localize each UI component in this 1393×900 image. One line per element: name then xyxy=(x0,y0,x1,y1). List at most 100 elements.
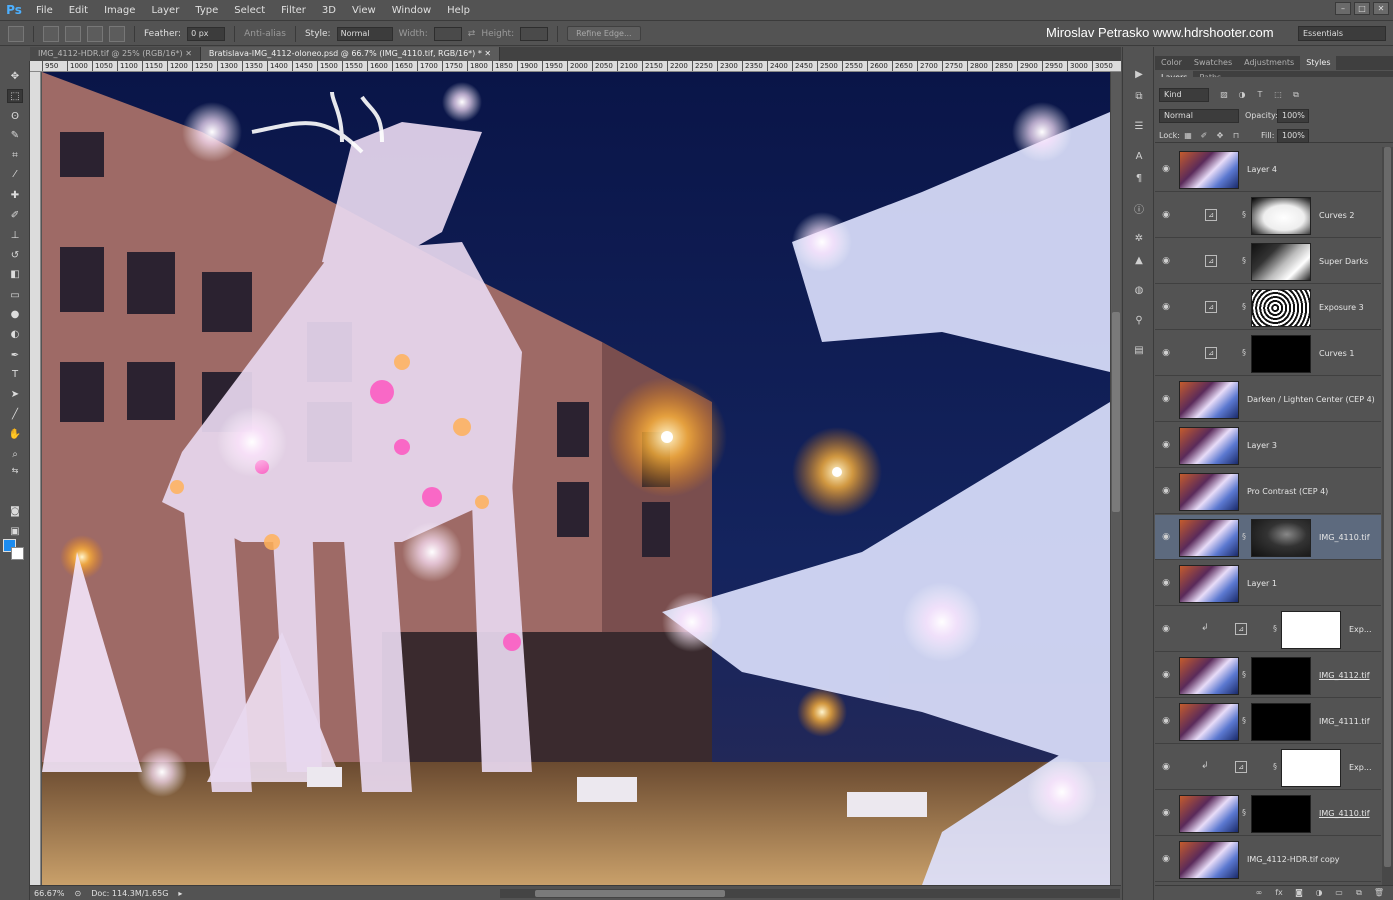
layer-mask-thumbnail[interactable] xyxy=(1251,795,1311,833)
filter-kind-select[interactable]: Kind xyxy=(1159,88,1209,102)
anti-alias-checkbox[interactable]: Anti-alias xyxy=(244,29,286,39)
layer-row[interactable]: ◉ § IMG_4111.tif xyxy=(1155,699,1381,744)
visibility-eye-icon[interactable]: ◉ xyxy=(1161,394,1171,404)
adjustment-layer-icon[interactable]: ⊿ xyxy=(1205,209,1217,221)
zoom-tool-icon[interactable]: ⌕ xyxy=(7,447,23,461)
visibility-eye-icon[interactable]: ◉ xyxy=(1161,164,1171,174)
quick-mask-icon[interactable]: ◙ xyxy=(7,504,23,518)
mask-link-icon[interactable]: § xyxy=(1273,623,1279,635)
info-icon[interactable]: ⓘ xyxy=(1131,201,1147,216)
layer-mask-thumbnail[interactable] xyxy=(1251,703,1311,741)
layer-row[interactable]: ◉ § IMG_4110.tif xyxy=(1155,515,1381,560)
layer-name[interactable]: Layer 4 xyxy=(1247,165,1277,174)
new-group-icon[interactable]: ▭ xyxy=(1333,888,1345,898)
brush-presets-icon[interactable]: ☰ xyxy=(1131,119,1147,133)
layer-name[interactable]: IMG_4111.tif xyxy=(1319,717,1370,726)
layer-row[interactable]: ◉ § IMG_4112.tif xyxy=(1155,653,1381,698)
canvas-vertical-scrollbar[interactable] xyxy=(1110,72,1121,885)
height-input[interactable] xyxy=(520,26,549,41)
history-icon[interactable]: ⧉ xyxy=(1131,89,1147,103)
info-icon[interactable]: ⊙ xyxy=(75,889,82,898)
refine-edge-button[interactable]: Refine Edge... xyxy=(567,26,641,41)
filter-pixel-icon[interactable]: ▨ xyxy=(1219,90,1229,100)
layer-mask-thumbnail[interactable] xyxy=(1281,611,1341,649)
eyedropper-tool-icon[interactable]: ⁄ xyxy=(7,167,23,181)
lock-pixels-icon[interactable]: ✐ xyxy=(1199,131,1209,141)
visibility-eye-icon[interactable]: ◉ xyxy=(1161,210,1171,220)
lock-icon[interactable]: ⊓ xyxy=(1231,131,1241,141)
layer-thumbnail[interactable] xyxy=(1179,381,1239,419)
menu-edit[interactable]: Edit xyxy=(61,0,96,21)
layer-row[interactable]: ◉ Layer 4 xyxy=(1155,147,1381,192)
mask-link-icon[interactable]: § xyxy=(1242,209,1248,221)
visibility-eye-icon[interactable]: ◉ xyxy=(1161,624,1171,634)
tab-styles[interactable]: Styles xyxy=(1300,56,1337,70)
layer-row[interactable]: ◉ Pro Contrast (CEP 4) xyxy=(1155,469,1381,514)
mask-link-icon[interactable]: § xyxy=(1242,347,1248,359)
layer-name[interactable]: Pro Contrast (CEP 4) xyxy=(1247,487,1328,496)
gradient-tool-icon[interactable]: ▭ xyxy=(7,288,23,302)
hand-tool-icon[interactable]: ✋ xyxy=(7,427,23,441)
quick-selection-tool-icon[interactable]: ✎ xyxy=(7,128,23,142)
layer-row[interactable]: ◉ IMG_4112-HDR.tif copy xyxy=(1155,837,1381,882)
blur-tool-icon[interactable]: ● xyxy=(7,307,23,321)
menu-image[interactable]: Image xyxy=(96,0,143,21)
new-layer-icon[interactable]: ⧉ xyxy=(1353,888,1365,898)
navigator-icon[interactable]: ◍ xyxy=(1131,283,1147,297)
subtract-selection-icon[interactable] xyxy=(87,25,103,42)
history-brush-tool-icon[interactable]: ↺ xyxy=(7,248,23,262)
style-select[interactable]: Normal xyxy=(336,26,393,41)
layer-row[interactable]: ◉ ⊿ § Curves 2 xyxy=(1155,193,1381,238)
layer-name[interactable]: Exposure 3 xyxy=(1319,303,1364,312)
histogram-icon[interactable]: ▲ xyxy=(1131,253,1147,267)
visibility-eye-icon[interactable]: ◉ xyxy=(1161,716,1171,726)
visibility-eye-icon[interactable]: ◉ xyxy=(1161,808,1171,818)
adjustments-icon[interactable]: ✲ xyxy=(1131,231,1147,245)
swap-icon[interactable]: ⇄ xyxy=(468,29,476,39)
canvas-horizontal-scrollbar[interactable] xyxy=(500,889,1120,898)
mask-link-icon[interactable]: § xyxy=(1242,255,1248,267)
layer-row[interactable]: ◉ Layer 1 xyxy=(1155,561,1381,606)
maximize-icon[interactable]: □ xyxy=(1354,2,1370,15)
layer-mask-thumbnail[interactable] xyxy=(1281,749,1341,787)
menu-file[interactable]: File xyxy=(28,0,61,21)
width-input[interactable] xyxy=(433,26,462,41)
layer-name[interactable]: Super Darks xyxy=(1319,257,1368,266)
document-canvas[interactable] xyxy=(42,72,1110,885)
new-adjustment-icon[interactable]: ◑ xyxy=(1313,888,1325,898)
screen-mode-icon[interactable]: ▣ xyxy=(7,524,23,538)
healing-brush-tool-icon[interactable]: ✚ xyxy=(7,188,23,202)
dodge-tool-icon[interactable]: ◐ xyxy=(7,327,23,341)
intersect-selection-icon[interactable] xyxy=(109,25,125,42)
layer-name[interactable]: IMG_4110.tif xyxy=(1319,809,1370,818)
mask-link-icon[interactable]: § xyxy=(1242,807,1248,819)
play-actions-icon[interactable]: ▶ xyxy=(1131,67,1147,81)
menu-3d[interactable]: 3D xyxy=(314,0,344,21)
tool-presets-icon[interactable]: ⚲ xyxy=(1131,313,1147,327)
visibility-eye-icon[interactable]: ◉ xyxy=(1161,854,1171,864)
visibility-eye-icon[interactable]: ◉ xyxy=(1161,256,1171,266)
add-selection-icon[interactable] xyxy=(65,25,81,42)
eraser-tool-icon[interactable]: ◧ xyxy=(7,267,23,281)
visibility-eye-icon[interactable]: ◉ xyxy=(1161,578,1171,588)
layer-comps-icon[interactable]: ▤ xyxy=(1131,343,1147,357)
mask-link-icon[interactable]: § xyxy=(1242,531,1248,543)
layer-row[interactable]: ◉ ↲ ⊿ § Exp... xyxy=(1155,607,1381,652)
layer-row[interactable]: ◉ ⊿ § Curves 1 xyxy=(1155,331,1381,376)
rectangular-marquee-tool-icon[interactable]: ⬚ xyxy=(7,89,23,103)
layer-thumbnail[interactable] xyxy=(1179,703,1239,741)
feather-input[interactable]: 0 px xyxy=(187,26,226,41)
layer-row[interactable]: ◉ Layer 3 xyxy=(1155,423,1381,468)
mask-link-icon[interactable]: § xyxy=(1242,669,1248,681)
adjustment-layer-icon[interactable]: ⊿ xyxy=(1205,255,1217,267)
layer-thumbnail[interactable] xyxy=(1179,565,1239,603)
filter-smart-object-icon[interactable]: ⧉ xyxy=(1291,90,1301,100)
layer-mask-thumbnail[interactable] xyxy=(1251,335,1311,373)
layer-thumbnail[interactable] xyxy=(1179,841,1239,879)
layer-style-icon[interactable]: fx xyxy=(1273,888,1285,898)
layer-name[interactable]: IMG_4112.tif xyxy=(1319,671,1370,680)
filter-shape-icon[interactable]: ⬚ xyxy=(1273,90,1283,100)
layer-mask-thumbnail[interactable] xyxy=(1251,519,1311,557)
visibility-eye-icon[interactable]: ◉ xyxy=(1161,486,1171,496)
lock-transparent-icon[interactable]: ▦ xyxy=(1183,131,1193,141)
